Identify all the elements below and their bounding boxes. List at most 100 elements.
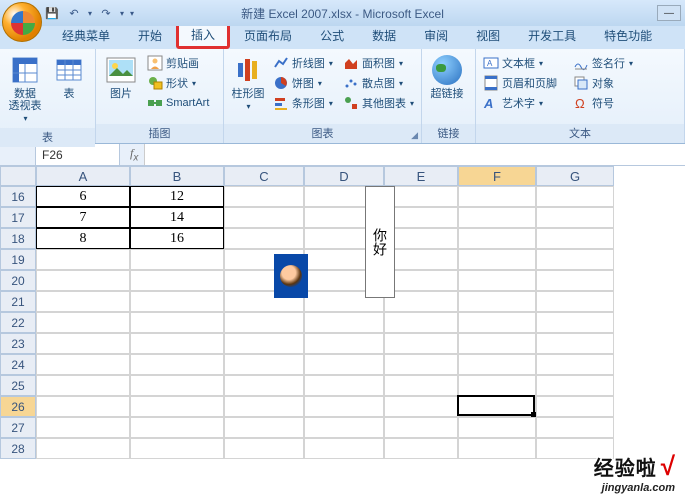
fx-icon[interactable]: fx xyxy=(130,146,138,163)
cell[interactable] xyxy=(130,375,224,396)
tab-page-layout[interactable]: 页面布局 xyxy=(230,22,306,49)
cell[interactable] xyxy=(36,438,130,459)
cell[interactable]: 7 xyxy=(36,207,130,228)
cell[interactable] xyxy=(224,396,304,417)
cell[interactable] xyxy=(36,270,130,291)
header-footer-button[interactable]: 页眉和页脚 xyxy=(480,74,568,92)
cell[interactable] xyxy=(458,354,536,375)
qat-customize[interactable]: ▾ xyxy=(130,9,134,18)
undo-icon[interactable]: ↶ xyxy=(66,5,82,21)
cell[interactable] xyxy=(130,333,224,354)
textbox-button[interactable]: A文本框▾ xyxy=(480,54,568,72)
cell[interactable] xyxy=(130,249,224,270)
cell[interactable] xyxy=(130,270,224,291)
cell[interactable] xyxy=(130,354,224,375)
minimize-button[interactable]: — xyxy=(657,5,681,21)
cell[interactable] xyxy=(36,249,130,270)
cell[interactable] xyxy=(224,417,304,438)
cell[interactable] xyxy=(304,417,384,438)
row-header[interactable]: 22 xyxy=(0,312,36,333)
cell[interactable] xyxy=(130,291,224,312)
cell[interactable] xyxy=(36,417,130,438)
column-header[interactable]: A xyxy=(36,166,130,186)
cell[interactable] xyxy=(536,291,614,312)
line-chart-button[interactable]: 折线图▾ xyxy=(270,54,338,72)
cell[interactable] xyxy=(384,396,458,417)
column-chart-button[interactable]: 柱形图 ▾ xyxy=(228,52,268,113)
cell[interactable] xyxy=(224,228,304,249)
row-header[interactable]: 23 xyxy=(0,333,36,354)
name-box[interactable]: F26 xyxy=(36,144,120,165)
cell[interactable] xyxy=(536,270,614,291)
row-header[interactable]: 21 xyxy=(0,291,36,312)
cell[interactable] xyxy=(458,312,536,333)
row-header[interactable]: 19 xyxy=(0,249,36,270)
cell[interactable] xyxy=(304,354,384,375)
cell[interactable] xyxy=(384,417,458,438)
cell[interactable] xyxy=(304,438,384,459)
embedded-image[interactable] xyxy=(274,254,308,298)
cell[interactable] xyxy=(36,354,130,375)
signature-line-button[interactable]: 签名行▾ xyxy=(570,54,648,72)
cell[interactable] xyxy=(384,249,458,270)
cell[interactable] xyxy=(384,333,458,354)
row-header[interactable]: 17 xyxy=(0,207,36,228)
cell[interactable]: 12 xyxy=(130,186,224,207)
cell[interactable] xyxy=(384,228,458,249)
cell[interactable] xyxy=(224,375,304,396)
area-chart-button[interactable]: 面积图▾ xyxy=(340,54,417,72)
cell[interactable] xyxy=(130,417,224,438)
cell[interactable] xyxy=(384,186,458,207)
cell[interactable] xyxy=(224,354,304,375)
dialog-launcher-icon[interactable]: ◢ xyxy=(411,130,418,141)
bar-chart-button[interactable]: 条形图▾ xyxy=(270,94,338,112)
cell[interactable] xyxy=(458,249,536,270)
tab-data[interactable]: 数据 xyxy=(358,22,410,49)
cell[interactable] xyxy=(384,312,458,333)
cell[interactable] xyxy=(304,375,384,396)
column-header[interactable]: B xyxy=(130,166,224,186)
cell[interactable] xyxy=(36,312,130,333)
smartart-button[interactable]: SmartArt xyxy=(144,94,212,112)
column-header[interactable]: C xyxy=(224,166,304,186)
cell[interactable] xyxy=(384,438,458,459)
cell[interactable] xyxy=(384,270,458,291)
cell[interactable] xyxy=(304,333,384,354)
select-all-corner[interactable] xyxy=(0,166,36,186)
tab-developer[interactable]: 开发工具 xyxy=(514,22,590,49)
cell[interactable] xyxy=(384,207,458,228)
tab-view[interactable]: 视图 xyxy=(462,22,514,49)
cell[interactable] xyxy=(458,396,536,417)
pie-chart-button[interactable]: 饼图▾ xyxy=(270,74,338,92)
cell[interactable] xyxy=(224,333,304,354)
cell[interactable] xyxy=(224,438,304,459)
tab-special[interactable]: 特色功能 xyxy=(590,22,666,49)
row-header[interactable]: 26 xyxy=(0,396,36,417)
cell[interactable] xyxy=(130,438,224,459)
column-header[interactable]: G xyxy=(536,166,614,186)
cell[interactable] xyxy=(536,186,614,207)
redo-icon[interactable]: ↷ xyxy=(98,5,114,21)
cell[interactable] xyxy=(458,417,536,438)
cell[interactable] xyxy=(458,228,536,249)
cell[interactable] xyxy=(36,375,130,396)
wordart-button[interactable]: A艺术字▾ xyxy=(480,94,568,112)
row-header[interactable]: 24 xyxy=(0,354,36,375)
cell[interactable] xyxy=(536,249,614,270)
shapes-button[interactable]: 形状 ▾ xyxy=(144,74,212,92)
tab-review[interactable]: 审阅 xyxy=(410,22,462,49)
cell[interactable] xyxy=(536,312,614,333)
cell[interactable] xyxy=(384,291,458,312)
cell[interactable] xyxy=(536,333,614,354)
cell[interactable]: 16 xyxy=(130,228,224,249)
cell[interactable] xyxy=(458,270,536,291)
redo-dropdown[interactable]: ▾ xyxy=(120,9,124,18)
cell[interactable] xyxy=(536,207,614,228)
cell[interactable]: 6 xyxy=(36,186,130,207)
cell[interactable] xyxy=(384,375,458,396)
cell[interactable] xyxy=(458,375,536,396)
worksheet-grid[interactable]: ABCDEFG 16612177141881619202122232425262… xyxy=(0,166,685,500)
cell[interactable] xyxy=(130,396,224,417)
row-header[interactable]: 25 xyxy=(0,375,36,396)
cell[interactable] xyxy=(36,396,130,417)
